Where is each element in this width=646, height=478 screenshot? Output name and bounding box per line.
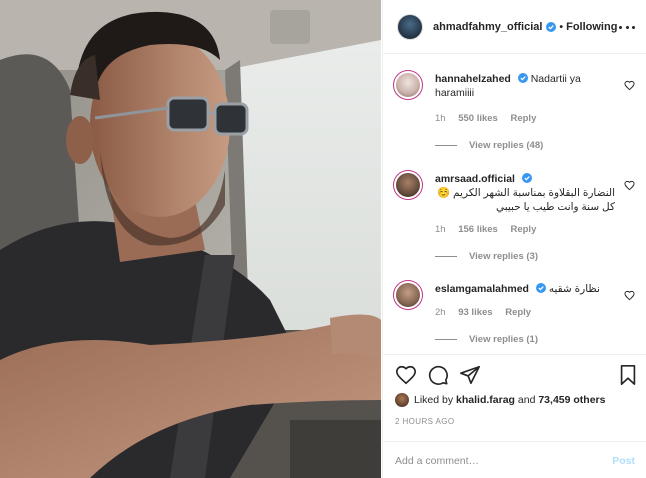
comment-likes[interactable]: 550 likes [458, 113, 498, 124]
likes-conjunction: and [517, 394, 536, 406]
view-replies-label: View replies (48) [469, 140, 544, 151]
post-photo[interactable] [0, 0, 381, 478]
separator-dot: • [559, 20, 564, 33]
comment-like-heart-icon[interactable] [624, 290, 635, 301]
comment-text: نظارة شقيه [548, 283, 600, 295]
comment-body: hannahelzahed Nadartii ya haramiiii [435, 72, 615, 100]
post-actions [395, 364, 481, 386]
bookmark-icon [620, 365, 636, 385]
view-replies-button[interactable]: View replies (1) [435, 334, 538, 345]
post-header: ahmadfahmy_official • Following [383, 0, 646, 54]
likes-others[interactable]: 73,459 others [538, 394, 605, 406]
view-replies-line [435, 256, 457, 257]
post-comment-button[interactable]: Post [612, 455, 635, 467]
comment-meta: 1h 550 likes Reply [435, 113, 546, 124]
view-replies-line [435, 145, 457, 146]
post-timestamp[interactable]: 2 HOURS AGO [395, 417, 455, 426]
liker-username[interactable]: khalid.farag [456, 394, 515, 406]
comment-username[interactable]: hannahelzahed [435, 73, 511, 85]
comment-avatar[interactable] [393, 280, 423, 310]
comment-body: amrsaad.official النضارة البقلاوة بمناسب… [435, 172, 615, 214]
comment-text: النضارة البقلاوة بمناسبة الشهر الكريم ☺️… [437, 187, 615, 213]
comment-time[interactable]: 2h [435, 307, 446, 318]
comment-meta: 2h 93 likes Reply [435, 307, 541, 318]
comment-time[interactable]: 1h [435, 113, 446, 124]
reply-button[interactable]: Reply [510, 113, 536, 124]
view-replies-button[interactable]: View replies (3) [435, 251, 538, 262]
add-comment-bar: Post [383, 441, 646, 478]
heart-icon[interactable] [395, 364, 417, 386]
liker-avatar [395, 393, 409, 407]
view-replies-button[interactable]: View replies (48) [435, 140, 543, 151]
comment-avatar[interactable] [393, 70, 423, 100]
author-username[interactable]: ahmadfahmy_official [433, 21, 542, 33]
likes-prefix: Liked by [414, 394, 454, 406]
paper-plane-icon[interactable] [459, 364, 481, 386]
comment-like-heart-icon[interactable] [624, 80, 635, 91]
view-replies-line [435, 339, 457, 340]
save-button[interactable] [617, 364, 639, 386]
comment-username[interactable]: eslamgamalahmed [435, 283, 529, 295]
verified-badge-icon [535, 283, 546, 293]
comments-list[interactable]: hannahelzahed Nadartii ya haramiiii 1h 5… [383, 55, 646, 353]
following-button[interactable]: Following [566, 21, 617, 33]
view-replies-label: View replies (1) [469, 334, 538, 345]
verified-badge-icon [521, 173, 532, 183]
comment-avatar[interactable] [393, 170, 423, 200]
comment-meta: 1h 156 likes Reply [435, 224, 546, 235]
comment-username[interactable]: amrsaad.official [435, 173, 515, 185]
post-image [0, 0, 381, 478]
reply-button[interactable]: Reply [510, 224, 536, 235]
view-replies-label: View replies (3) [469, 251, 538, 262]
reply-button[interactable]: Reply [505, 307, 531, 318]
comment-icon[interactable] [427, 364, 449, 386]
post-actions-section: Liked by khalid.farag and 73,459 others … [383, 354, 646, 478]
comment-like-heart-icon[interactable] [624, 180, 635, 191]
comment-time[interactable]: 1h [435, 224, 446, 235]
likes-summary[interactable]: Liked by khalid.farag and 73,459 others [395, 393, 605, 407]
post-side-panel: ahmadfahmy_official • Following hannahel… [382, 0, 646, 478]
comment-input[interactable] [395, 454, 613, 467]
comment-body: eslamgamalahmed نظارة شقيه [435, 282, 615, 296]
more-options-icon[interactable] [619, 20, 635, 34]
verified-badge-icon [517, 73, 528, 83]
verified-badge-icon [546, 21, 557, 32]
comment-likes[interactable]: 156 likes [458, 224, 498, 235]
author-avatar[interactable] [397, 13, 423, 40]
comment-likes[interactable]: 93 likes [458, 307, 492, 318]
